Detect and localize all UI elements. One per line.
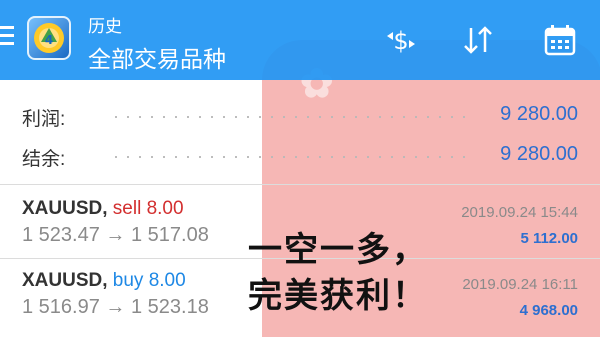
deal-profit: 4 968.00 [519,302,578,319]
deal-prices: 1 523.47 → 1 517.08 [22,224,209,246]
deal-symbol: XAUUSD, buy 8.00 [22,270,186,292]
balance-row: 结余: 9 280.00 [0,138,600,178]
sort-icon[interactable] [460,22,496,58]
deal-profit: 5 112.00 [520,230,578,247]
dotted-leader [110,156,470,158]
deal-symbol: XAUUSD, sell 8.00 [22,198,184,220]
screen-subtitle: 历史 [88,17,122,36]
dollar-swap-icon[interactable]: $ [383,22,419,58]
calendar-icon[interactable] [542,22,578,58]
profit-value: 9 280.00 [500,103,578,125]
metatrader-logo: 4 [27,16,71,60]
balance-value: 9 280.00 [500,143,578,165]
svg-text:$: $ [393,27,408,55]
deal-prices: 1 516.97 → 1 523.18 [22,296,209,318]
svg-text:4: 4 [45,33,53,47]
overlay-caption-line1: 一空一多， [248,230,428,270]
divider [0,184,600,185]
dotted-leader [110,116,470,118]
profit-label: 利润: [22,109,66,130]
profit-row: 利润: 9 280.00 [0,98,600,138]
symbol-name: XAUUSD, [22,270,108,291]
deal-time: 2019.09.24 15:44 [461,204,578,221]
balance-label: 结余: [22,149,66,170]
overlay-caption-line2: 完美获利！ [248,276,428,316]
symbol-filter-title[interactable]: 全部交易品种 [88,40,226,74]
deal-time: 2019.09.24 16:11 [462,276,578,293]
deal-action: buy 8.00 [112,270,186,291]
deal-action: sell 8.00 [112,198,184,219]
app-bar: 4 历史 全部交易品种 $ [0,0,600,80]
symbol-name: XAUUSD, [22,198,108,219]
menu-icon[interactable] [0,26,16,50]
